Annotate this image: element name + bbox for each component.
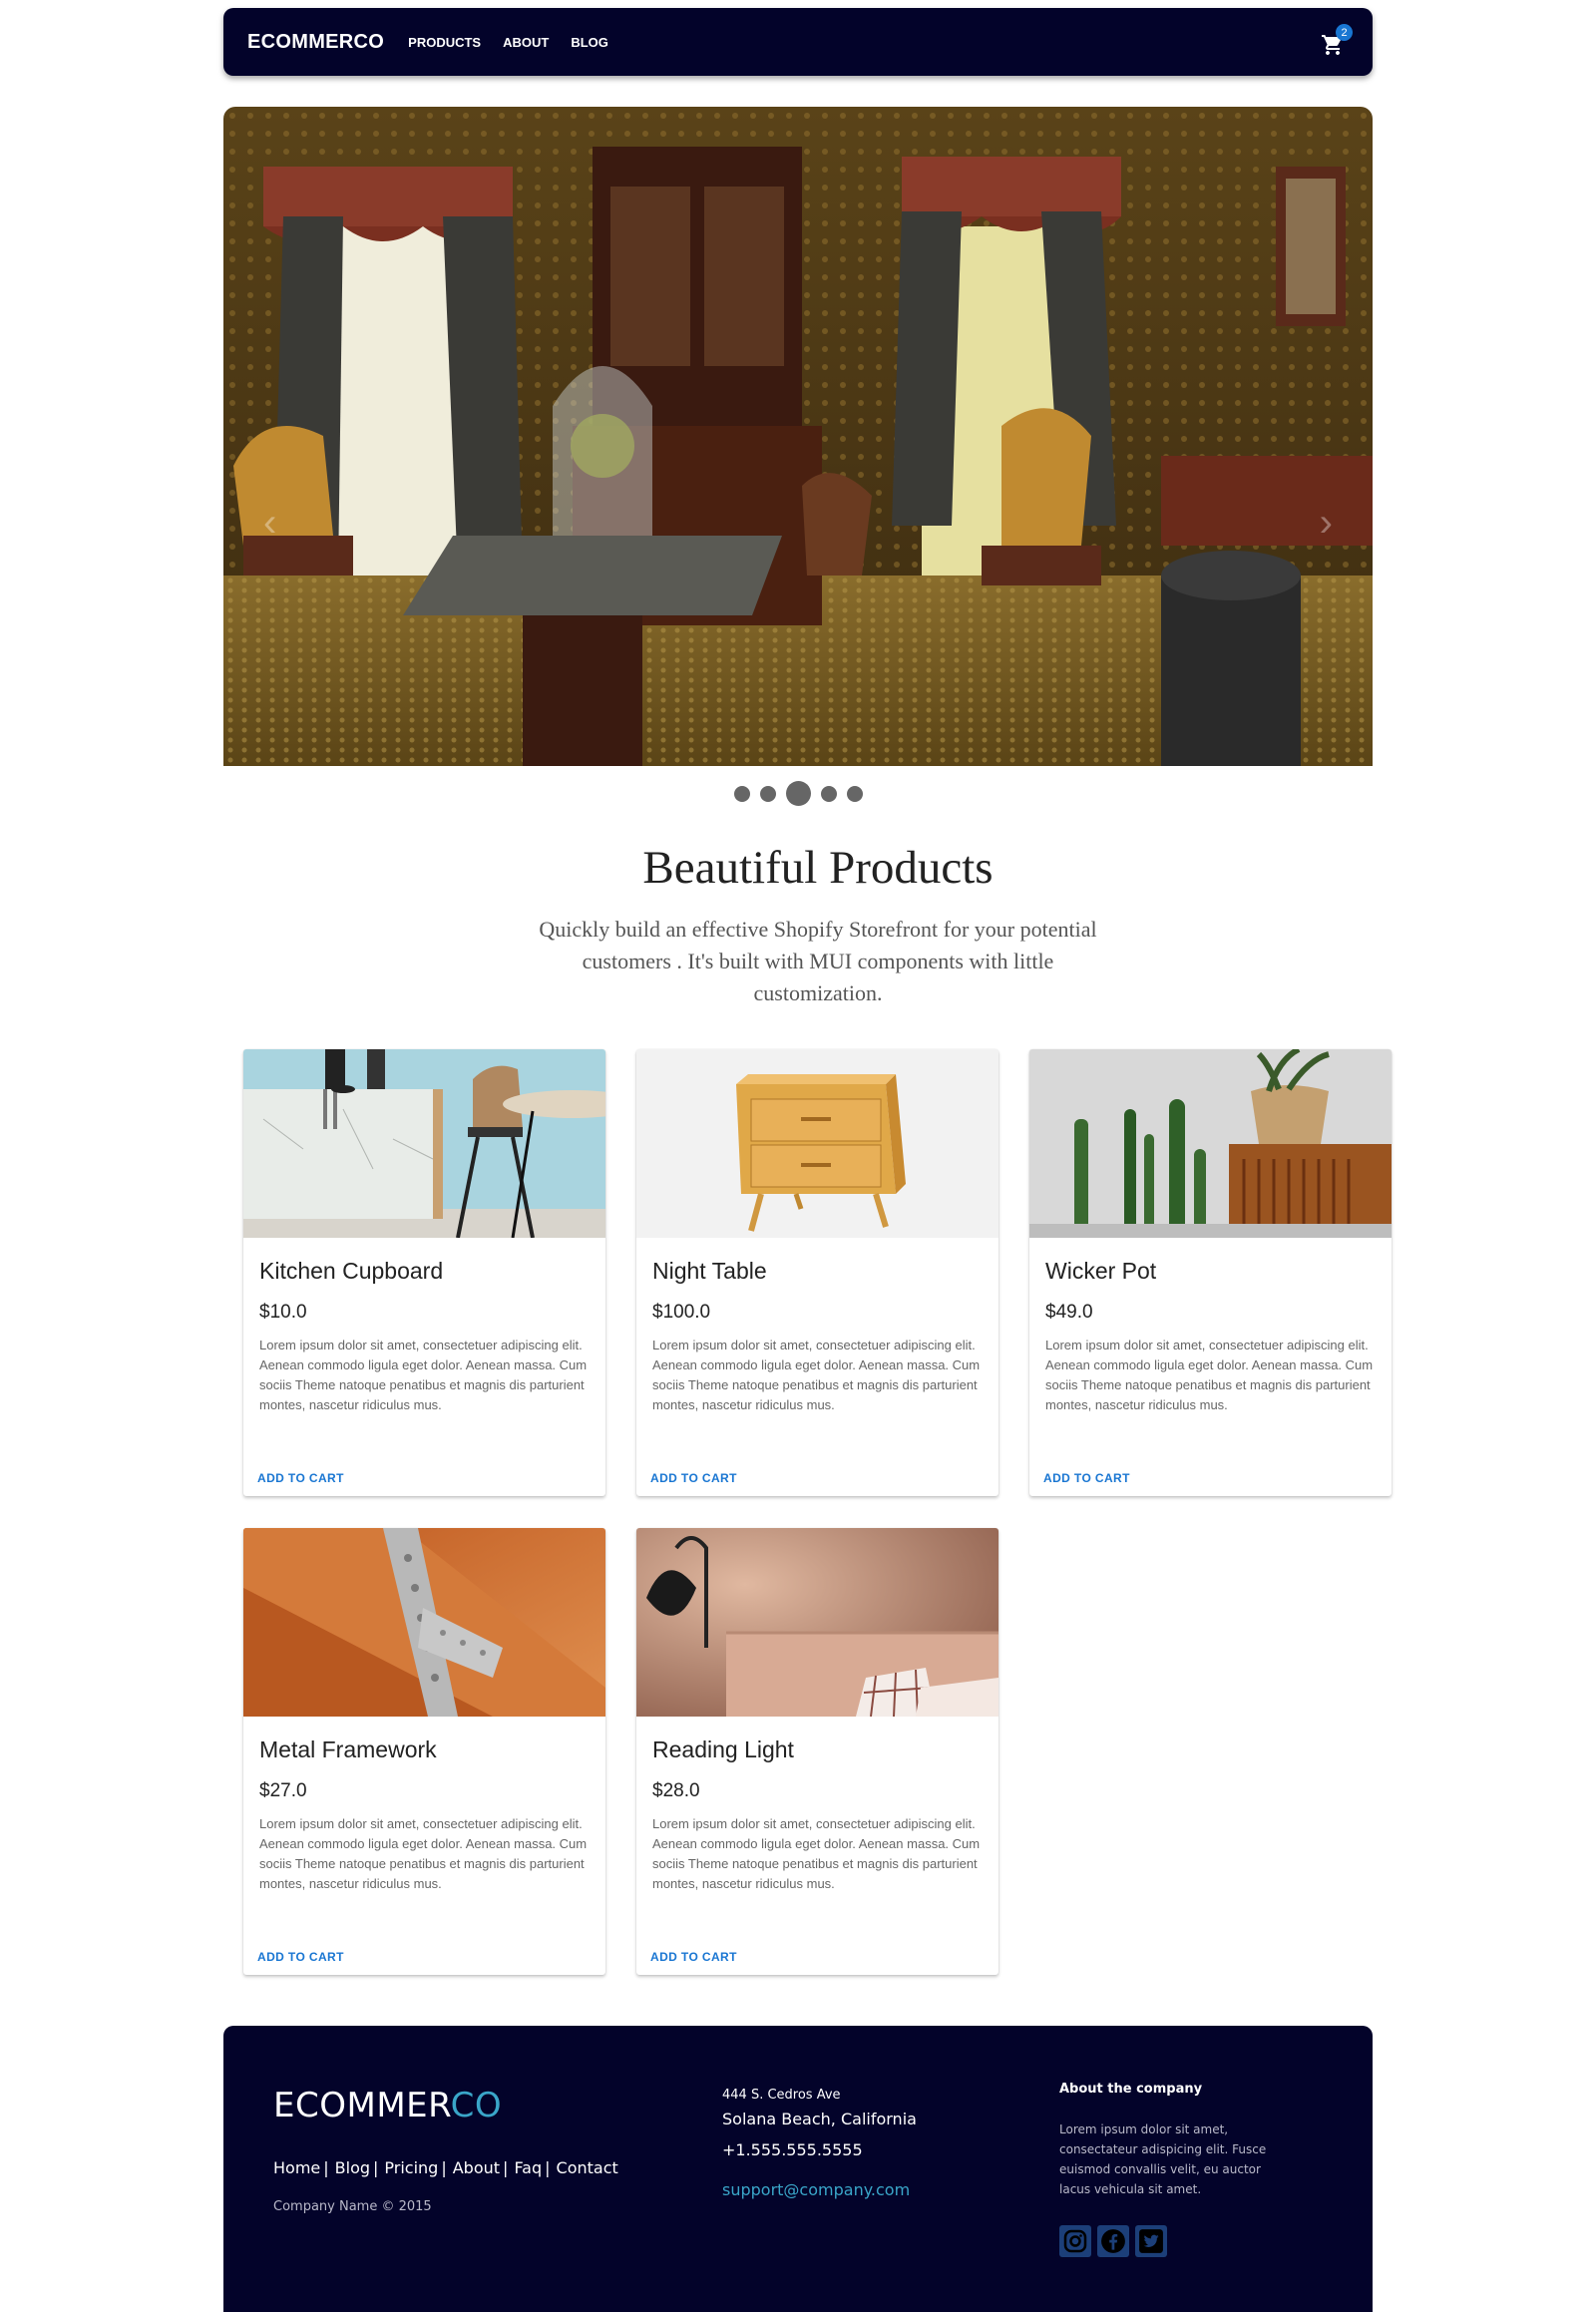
link-separator: | (441, 2158, 447, 2177)
add-to-cart-button[interactable]: ADD TO CART (257, 1950, 344, 1964)
hero-carousel-image: ‹ › (223, 107, 1373, 766)
carousel-prev-arrow[interactable]: ‹ (263, 501, 276, 546)
product-image-night-table (636, 1049, 998, 1238)
twitter-icon (1139, 2229, 1163, 2253)
footer-logo[interactable]: ECOMMERCO (273, 2086, 502, 2125)
add-to-cart-button[interactable]: ADD TO CART (650, 1471, 737, 1485)
product-image-reading-light (636, 1528, 998, 1717)
add-to-cart-button[interactable]: ADD TO CART (650, 1950, 737, 1964)
footer-link-faq[interactable]: Faq (514, 2158, 542, 2177)
footer-logo-main: ECOMMER (273, 2086, 451, 2125)
carousel-dot-active[interactable] (785, 781, 811, 806)
footer-link-home[interactable]: Home (273, 2158, 320, 2177)
add-to-cart-button[interactable]: ADD TO CART (1043, 1471, 1130, 1485)
instagram-icon (1063, 2229, 1087, 2253)
product-image-metal-framework (243, 1528, 605, 1717)
footer-logo-accent: CO (450, 2086, 503, 2125)
nav-link-about[interactable]: ABOUT (503, 35, 549, 50)
product-description: Lorem ipsum dolor sit amet, consectetuer… (259, 1338, 588, 1412)
copyright-text: Company Name © 2015 (273, 2199, 432, 2214)
address-line-2: Solana Beach, California (722, 2110, 917, 2128)
section-title: Beautiful Products (642, 842, 994, 894)
product-title: Metal Framework (259, 1736, 437, 1762)
product-card: Night Table $100.0 Lorem ipsum dolor sit… (636, 1049, 998, 1496)
product-card: Metal Framework $27.0 Lorem ipsum dolor … (243, 1528, 605, 1975)
link-separator: | (373, 2158, 379, 2177)
footer-link-contact[interactable]: Contact (557, 2158, 618, 2177)
about-heading: About the company (1059, 2082, 1203, 2097)
product-card: Kitchen Cupboard $10.0 Lorem ipsum dolor… (243, 1049, 605, 1496)
product-card: Reading Light $28.0 Lorem ipsum dolor si… (636, 1528, 998, 1975)
product-price: $49.0 (1045, 1302, 1093, 1323)
product-image-wicker-pot (1029, 1049, 1392, 1238)
product-description: Lorem ipsum dolor sit amet, consectetuer… (652, 1338, 981, 1412)
carousel-dot[interactable] (846, 785, 863, 802)
footer-link-about[interactable]: About (453, 2158, 500, 2177)
link-separator: | (503, 2158, 509, 2177)
carousel-indicators (0, 781, 1596, 806)
nav-link-products[interactable]: PRODUCTS (408, 35, 481, 50)
social-links (1059, 2225, 1167, 2257)
twitter-button[interactable] (1135, 2225, 1167, 2257)
product-title: Night Table (652, 1258, 767, 1284)
phone-number: +1.555.555.5555 (722, 2140, 863, 2159)
link-separator: | (545, 2158, 551, 2177)
footer-links: Home | Blog | Pricing | About | Faq | Contact (273, 2158, 618, 2177)
brand-logo[interactable]: ECOMMERCO (247, 31, 384, 54)
product-price: $100.0 (652, 1302, 711, 1323)
product-price: $10.0 (259, 1302, 307, 1323)
cart-button[interactable]: 2 (1321, 24, 1353, 56)
about-text: Lorem ipsum dolor sit amet, consectateur… (1059, 2122, 1267, 2196)
address-line-1: 444 S. Cedros Ave (722, 2088, 841, 2103)
section-subtitle: Quickly build an effective Shopify Store… (539, 917, 1097, 1005)
carousel-dot[interactable] (759, 785, 776, 802)
carousel-dot[interactable] (820, 785, 837, 802)
cart-count-badge: 2 (1336, 24, 1353, 41)
product-title: Kitchen Cupboard (259, 1258, 444, 1284)
product-title: Wicker Pot (1045, 1258, 1157, 1284)
product-price: $28.0 (652, 1780, 700, 1801)
carousel-dot[interactable] (733, 785, 750, 802)
link-separator: | (323, 2158, 329, 2177)
product-image-kitchen-cupboard (243, 1049, 605, 1238)
email-link[interactable]: support@company.com (722, 2180, 910, 2199)
nav-link-blog[interactable]: BLOG (571, 35, 608, 50)
add-to-cart-button[interactable]: ADD TO CART (257, 1471, 344, 1485)
product-price: $27.0 (259, 1780, 307, 1801)
site-footer: ECOMMERCO Home | Blog | Pricing | About | Fa… (223, 2026, 1373, 2312)
product-description: Lorem ipsum dolor sit amet, consectetuer… (259, 1816, 588, 1891)
facebook-icon (1101, 2229, 1125, 2253)
product-description: Lorem ipsum dolor sit amet, consectetuer… (1045, 1338, 1374, 1412)
product-card: Wicker Pot $49.0 Lorem ipsum dolor sit a… (1029, 1049, 1392, 1496)
product-description: Lorem ipsum dolor sit amet, consectetuer… (652, 1816, 981, 1891)
carousel-next-arrow[interactable]: › (1320, 501, 1333, 546)
footer-link-blog[interactable]: Blog (335, 2158, 370, 2177)
product-title: Reading Light (652, 1736, 794, 1762)
instagram-button[interactable] (1059, 2225, 1091, 2257)
top-navbar: ECOMMERCO PRODUCTS ABOUT BLOG 2 (223, 8, 1373, 76)
facebook-button[interactable] (1097, 2225, 1129, 2257)
footer-link-pricing[interactable]: Pricing (384, 2158, 438, 2177)
